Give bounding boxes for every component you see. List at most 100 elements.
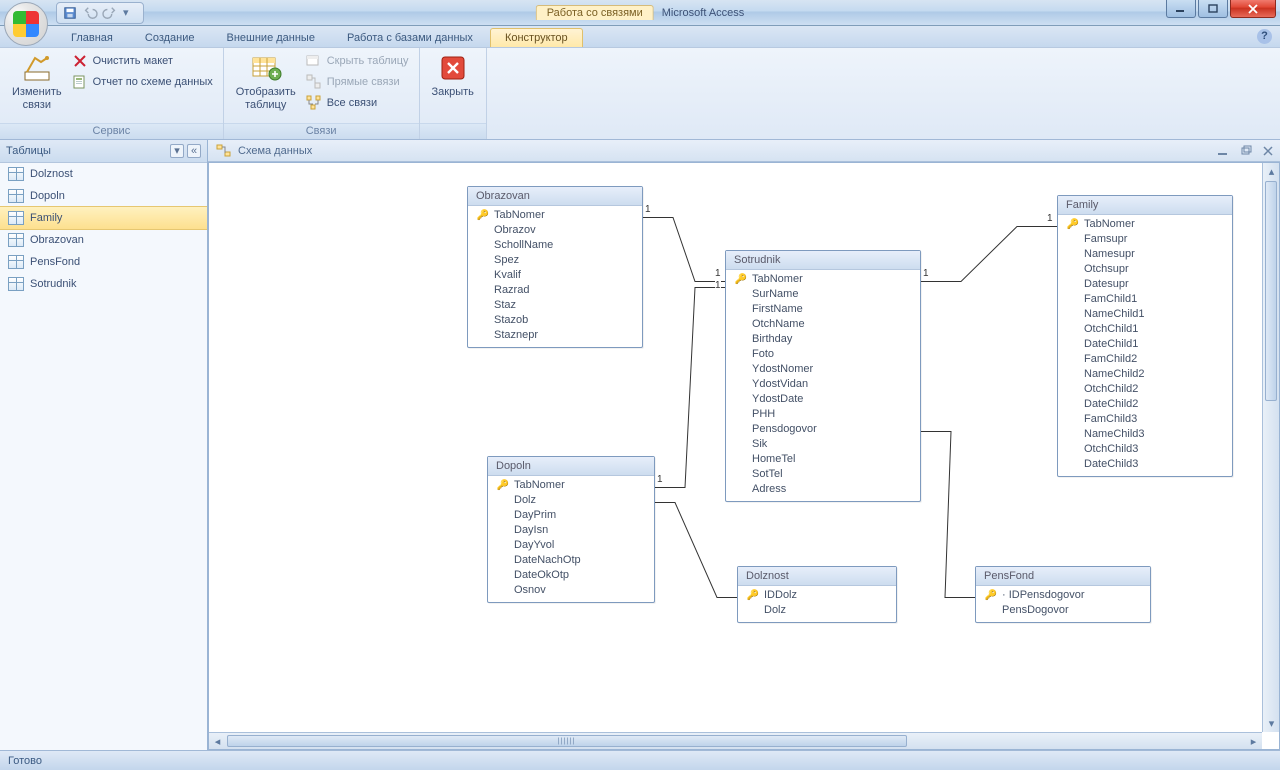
nav-item[interactable]: Sotrudnik bbox=[0, 273, 207, 295]
table-field[interactable]: PHH bbox=[726, 407, 920, 422]
table-field[interactable]: DayIsn bbox=[488, 523, 654, 538]
nav-item[interactable]: Family bbox=[0, 207, 207, 229]
table-window[interactable]: Sotrudnik🔑TabNomerSurNameFirstNameOtchNa… bbox=[725, 250, 921, 502]
table-field[interactable]: DateChild1 bbox=[1058, 337, 1232, 352]
table-field[interactable]: 🔑IDDolz bbox=[738, 588, 896, 603]
table-title[interactable]: Sotrudnik bbox=[726, 251, 920, 270]
table-field[interactable]: YdostNomer bbox=[726, 362, 920, 377]
table-field[interactable]: 🔑TabNomer bbox=[488, 478, 654, 493]
close-designer-button[interactable]: Закрыть bbox=[428, 50, 478, 103]
mdi-restore-icon[interactable] bbox=[1240, 145, 1252, 157]
help-icon[interactable]: ? bbox=[1257, 29, 1272, 44]
nav-header[interactable]: Таблицы ▾ « bbox=[0, 140, 207, 163]
table-field[interactable]: Namesupr bbox=[1058, 247, 1232, 262]
save-icon[interactable] bbox=[63, 6, 77, 20]
table-title[interactable]: Family bbox=[1058, 196, 1232, 215]
table-field[interactable]: Birthday bbox=[726, 332, 920, 347]
table-field[interactable]: YdostDate bbox=[726, 392, 920, 407]
nav-item[interactable]: Dolznost bbox=[0, 163, 207, 185]
minimize-button[interactable] bbox=[1166, 0, 1196, 18]
office-button[interactable] bbox=[4, 2, 48, 46]
table-field[interactable]: DateChild3 bbox=[1058, 457, 1232, 472]
edit-relationships-button[interactable]: Изменить связи bbox=[8, 50, 66, 115]
mdi-minimize-icon[interactable] bbox=[1218, 145, 1230, 157]
relationship-report-button[interactable]: Отчет по схеме данных bbox=[70, 73, 215, 91]
table-field[interactable]: Osnov bbox=[488, 583, 654, 598]
horizontal-scrollbar[interactable]: ◂ ▸ bbox=[209, 732, 1262, 749]
table-field[interactable]: DateChild2 bbox=[1058, 397, 1232, 412]
table-field[interactable]: 🔑TabNomer bbox=[726, 272, 920, 287]
table-field[interactable]: Dolz bbox=[488, 493, 654, 508]
table-field[interactable]: Sik bbox=[726, 437, 920, 452]
table-field[interactable]: FamChild3 bbox=[1058, 412, 1232, 427]
nav-collapse-icon[interactable]: « bbox=[187, 144, 201, 158]
table-window[interactable]: Family🔑TabNomerFamsuprNamesuprOtchsuprDa… bbox=[1057, 195, 1233, 477]
redo-icon[interactable] bbox=[103, 6, 117, 20]
table-field[interactable]: OtchChild1 bbox=[1058, 322, 1232, 337]
nav-item[interactable]: Dopoln bbox=[0, 185, 207, 207]
ribbon-tab[interactable]: Конструктор bbox=[490, 28, 583, 47]
ribbon-tab[interactable]: Создание bbox=[130, 28, 210, 47]
relationships-canvas[interactable]: ▴ ▾ ◂ ▸ Obrazovan🔑TabNomerObrazovSchollN… bbox=[208, 162, 1280, 750]
table-field[interactable]: FamChild2 bbox=[1058, 352, 1232, 367]
mdi-close-icon[interactable] bbox=[1262, 145, 1274, 157]
scroll-thumb[interactable] bbox=[1265, 181, 1277, 401]
table-title[interactable]: Obrazovan bbox=[468, 187, 642, 206]
table-field[interactable]: Stazob bbox=[468, 313, 642, 328]
all-relationships-button[interactable]: Все связи bbox=[304, 94, 411, 112]
nav-dropdown-icon[interactable]: ▾ bbox=[170, 144, 184, 158]
ribbon-tab[interactable]: Главная bbox=[56, 28, 128, 47]
clear-layout-button[interactable]: Очистить макет bbox=[70, 52, 215, 70]
table-title[interactable]: Dolznost bbox=[738, 567, 896, 586]
table-field[interactable]: HomeTel bbox=[726, 452, 920, 467]
scroll-thumb[interactable] bbox=[227, 735, 907, 747]
table-field[interactable]: OtchChild2 bbox=[1058, 382, 1232, 397]
table-window[interactable]: Dolznost 🔑IDDolzDolz bbox=[737, 566, 897, 623]
scroll-down-icon[interactable]: ▾ bbox=[1263, 715, 1280, 732]
table-field[interactable]: NameChild3 bbox=[1058, 427, 1232, 442]
table-field[interactable]: DayPrim bbox=[488, 508, 654, 523]
table-field[interactable]: Pensdogovor bbox=[726, 422, 920, 437]
table-field[interactable]: DateOkOtp bbox=[488, 568, 654, 583]
table-field[interactable]: 🔑· IDPensdogovor bbox=[976, 588, 1150, 603]
table-field[interactable]: Obrazov bbox=[468, 223, 642, 238]
maximize-button[interactable] bbox=[1198, 0, 1228, 18]
show-table-button[interactable]: Отобразить таблицу bbox=[232, 50, 300, 115]
table-window[interactable]: Dopoln 🔑TabNomerDolzDayPrimDayIsnDayYvol D… bbox=[487, 456, 655, 603]
table-field[interactable]: YdostVidan bbox=[726, 377, 920, 392]
direct-relationships-button[interactable]: Прямые связи bbox=[304, 73, 411, 91]
table-field[interactable]: NameChild1 bbox=[1058, 307, 1232, 322]
table-field[interactable]: DayYvol bbox=[488, 538, 654, 553]
undo-icon[interactable] bbox=[83, 6, 97, 20]
scroll-left-icon[interactable]: ◂ bbox=[209, 733, 226, 750]
table-field[interactable]: Staznepr bbox=[468, 328, 642, 343]
table-field[interactable]: OtchChild3 bbox=[1058, 442, 1232, 457]
scroll-up-icon[interactable]: ▴ bbox=[1263, 163, 1280, 180]
table-field[interactable]: SchollName bbox=[468, 238, 642, 253]
table-window[interactable]: Obrazovan🔑TabNomerObrazovSchollNameSpezK… bbox=[467, 186, 643, 348]
document-tab[interactable]: Схема данных bbox=[208, 140, 1280, 162]
hide-table-button[interactable]: Скрыть таблицу bbox=[304, 52, 411, 70]
table-field[interactable]: 🔑TabNomer bbox=[468, 208, 642, 223]
table-field[interactable]: NameChild2 bbox=[1058, 367, 1232, 382]
table-field[interactable]: Datesupr bbox=[1058, 277, 1232, 292]
table-title[interactable]: Dopoln bbox=[488, 457, 654, 476]
table-field[interactable]: 🔑TabNomer bbox=[1058, 217, 1232, 232]
nav-item[interactable]: PensFond bbox=[0, 251, 207, 273]
nav-item[interactable]: Obrazovan bbox=[0, 229, 207, 251]
table-title[interactable]: PensFond bbox=[976, 567, 1150, 586]
table-field[interactable]: Staz bbox=[468, 298, 642, 313]
vertical-scrollbar[interactable]: ▴ ▾ bbox=[1262, 163, 1279, 732]
table-field[interactable]: Adress bbox=[726, 482, 920, 497]
table-field[interactable]: Razrad bbox=[468, 283, 642, 298]
table-field[interactable]: PensDogovor bbox=[976, 603, 1150, 618]
table-field[interactable]: Spez bbox=[468, 253, 642, 268]
ribbon-tab[interactable]: Внешние данные bbox=[212, 28, 330, 47]
table-window[interactable]: PensFond 🔑· IDPensdogovorPensDogovor bbox=[975, 566, 1151, 623]
table-field[interactable]: Famsupr bbox=[1058, 232, 1232, 247]
qat-dropdown-icon[interactable]: ▾ bbox=[123, 6, 137, 20]
table-field[interactable]: Dolz bbox=[738, 603, 896, 618]
table-field[interactable]: FirstName bbox=[726, 302, 920, 317]
scroll-right-icon[interactable]: ▸ bbox=[1245, 733, 1262, 750]
table-field[interactable]: SurName bbox=[726, 287, 920, 302]
